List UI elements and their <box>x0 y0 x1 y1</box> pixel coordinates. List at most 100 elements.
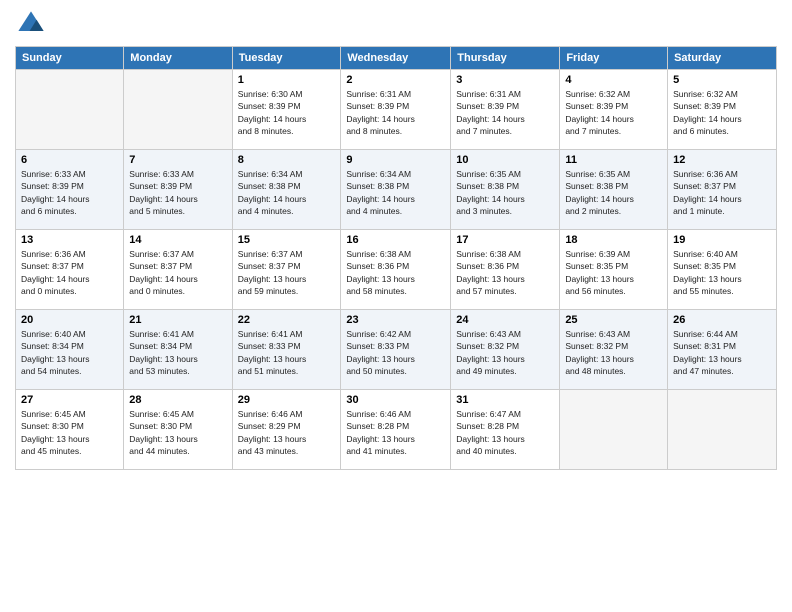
day-number: 6 <box>21 154 118 166</box>
day-number: 20 <box>21 314 118 326</box>
day-number: 19 <box>673 234 771 246</box>
day-info: Sunrise: 6:32 AM Sunset: 8:39 PM Dayligh… <box>565 88 662 137</box>
day-info: Sunrise: 6:39 AM Sunset: 8:35 PM Dayligh… <box>565 248 662 297</box>
col-header-friday: Friday <box>560 47 668 70</box>
day-number: 27 <box>21 394 118 406</box>
day-info: Sunrise: 6:45 AM Sunset: 8:30 PM Dayligh… <box>21 408 118 457</box>
day-number: 8 <box>238 154 336 166</box>
day-cell: 7Sunrise: 6:33 AM Sunset: 8:39 PM Daylig… <box>124 150 232 230</box>
week-row-3: 13 Sunrise: 6:36 AM Sunset: 8:37 PM Dayli… <box>16 230 777 310</box>
day-number: 18 <box>565 234 662 246</box>
day-number: 2 <box>346 74 445 86</box>
day-info: Sunrise: 6:40 AM Sunset: 8:34 PM Dayligh… <box>21 328 118 377</box>
week-row-2: 6 Sunrise: 6:33 AM Sunset: 8:39 PM Daylig… <box>16 150 777 230</box>
day-cell: 13 Sunrise: 6:36 AM Sunset: 8:37 PM Dayli… <box>16 230 124 310</box>
day-info: Sunrise: 6:32 AM Sunset: 8:39 PM Dayligh… <box>673 88 771 137</box>
day-cell: 16 Sunrise: 6:38 AM Sunset: 8:36 PM Dayli… <box>341 230 451 310</box>
day-cell: 15 Sunrise: 6:37 AM Sunset: 8:37 PM Dayli… <box>232 230 341 310</box>
day-info: Sunrise: 6:42 AM Sunset: 8:33 PM Dayligh… <box>346 328 445 377</box>
day-info: Sunrise: 6:36 AM Sunset: 8:37 PM Dayligh… <box>21 248 118 297</box>
day-cell: 18 Sunrise: 6:39 AM Sunset: 8:35 PM Dayli… <box>560 230 668 310</box>
day-number: 23 <box>346 314 445 326</box>
day-number: 28 <box>129 394 226 406</box>
col-header-monday: Monday <box>124 47 232 70</box>
day-cell: 27 Sunrise: 6:45 AM Sunset: 8:30 PM Dayli… <box>16 390 124 470</box>
day-cell: 17 Sunrise: 6:38 AM Sunset: 8:36 PM Dayli… <box>451 230 560 310</box>
page: SundayMondayTuesdayWednesdayThursdayFrid… <box>0 0 792 612</box>
day-number: 7 <box>129 154 226 166</box>
day-info: Sunrise: 6:34 AM Sunset: 8:38 PM Dayligh… <box>238 168 336 217</box>
day-cell: 19 Sunrise: 6:40 AM Sunset: 8:35 PM Dayli… <box>668 230 777 310</box>
day-cell <box>668 390 777 470</box>
week-row-5: 27 Sunrise: 6:45 AM Sunset: 8:30 PM Dayli… <box>16 390 777 470</box>
day-info: Sunrise: 6:41 AM Sunset: 8:33 PM Dayligh… <box>238 328 336 377</box>
day-number: 12 <box>673 154 771 166</box>
day-info: Sunrise: 6:43 AM Sunset: 8:32 PM Dayligh… <box>565 328 662 377</box>
day-cell: 4 Sunrise: 6:32 AM Sunset: 8:39 PM Daylig… <box>560 70 668 150</box>
col-header-thursday: Thursday <box>451 47 560 70</box>
day-info: Sunrise: 6:34 AM Sunset: 8:38 PM Dayligh… <box>346 168 445 217</box>
header <box>15 10 777 38</box>
day-number: 21 <box>129 314 226 326</box>
logo-icon <box>17 10 45 38</box>
week-row-4: 20 Sunrise: 6:40 AM Sunset: 8:34 PM Dayli… <box>16 310 777 390</box>
day-info: Sunrise: 6:37 AM Sunset: 8:37 PM Dayligh… <box>129 248 226 297</box>
day-number: 13 <box>21 234 118 246</box>
day-cell: 10 Sunrise: 6:35 AM Sunset: 8:38 PM Dayli… <box>451 150 560 230</box>
day-number: 4 <box>565 74 662 86</box>
calendar: SundayMondayTuesdayWednesdayThursdayFrid… <box>15 46 777 470</box>
day-cell: 29Sunrise: 6:46 AM Sunset: 8:29 PM Dayli… <box>232 390 341 470</box>
day-info: Sunrise: 6:31 AM Sunset: 8:39 PM Dayligh… <box>346 88 445 137</box>
day-number: 24 <box>456 314 554 326</box>
logo <box>15 10 45 38</box>
day-info: Sunrise: 6:31 AM Sunset: 8:39 PM Dayligh… <box>456 88 554 137</box>
col-header-wednesday: Wednesday <box>341 47 451 70</box>
day-cell: 31Sunrise: 6:47 AM Sunset: 8:28 PM Dayli… <box>451 390 560 470</box>
day-cell <box>124 70 232 150</box>
day-info: Sunrise: 6:45 AM Sunset: 8:30 PM Dayligh… <box>129 408 226 457</box>
day-number: 16 <box>346 234 445 246</box>
day-cell: 30Sunrise: 6:46 AM Sunset: 8:28 PM Dayli… <box>341 390 451 470</box>
day-cell: 24 Sunrise: 6:43 AM Sunset: 8:32 PM Dayli… <box>451 310 560 390</box>
day-cell: 3Sunrise: 6:31 AM Sunset: 8:39 PM Daylig… <box>451 70 560 150</box>
day-number: 17 <box>456 234 554 246</box>
day-info: Sunrise: 6:40 AM Sunset: 8:35 PM Dayligh… <box>673 248 771 297</box>
day-cell: 2 Sunrise: 6:31 AM Sunset: 8:39 PM Daylig… <box>341 70 451 150</box>
day-info: Sunrise: 6:46 AM Sunset: 8:29 PM Dayligh… <box>238 408 336 457</box>
day-info: Sunrise: 6:46 AM Sunset: 8:28 PM Dayligh… <box>346 408 445 457</box>
day-cell: 1 Sunrise: 6:30 AM Sunset: 8:39 PM Daylig… <box>232 70 341 150</box>
day-cell: 23 Sunrise: 6:42 AM Sunset: 8:33 PM Dayli… <box>341 310 451 390</box>
day-cell: 8 Sunrise: 6:34 AM Sunset: 8:38 PM Daylig… <box>232 150 341 230</box>
day-cell: 20 Sunrise: 6:40 AM Sunset: 8:34 PM Dayli… <box>16 310 124 390</box>
day-info: Sunrise: 6:38 AM Sunset: 8:36 PM Dayligh… <box>346 248 445 297</box>
day-number: 9 <box>346 154 445 166</box>
day-cell: 21 Sunrise: 6:41 AM Sunset: 8:34 PM Dayli… <box>124 310 232 390</box>
day-cell: 9 Sunrise: 6:34 AM Sunset: 8:38 PM Daylig… <box>341 150 451 230</box>
day-cell: 5Sunrise: 6:32 AM Sunset: 8:39 PM Daylig… <box>668 70 777 150</box>
day-number: 31 <box>456 394 554 406</box>
day-number: 10 <box>456 154 554 166</box>
day-info: Sunrise: 6:36 AM Sunset: 8:37 PM Dayligh… <box>673 168 771 217</box>
day-info: Sunrise: 6:41 AM Sunset: 8:34 PM Dayligh… <box>129 328 226 377</box>
day-number: 11 <box>565 154 662 166</box>
day-cell: 6 Sunrise: 6:33 AM Sunset: 8:39 PM Daylig… <box>16 150 124 230</box>
day-info: Sunrise: 6:37 AM Sunset: 8:37 PM Dayligh… <box>238 248 336 297</box>
day-number: 1 <box>238 74 336 86</box>
day-cell: 25Sunrise: 6:43 AM Sunset: 8:32 PM Dayli… <box>560 310 668 390</box>
col-header-saturday: Saturday <box>668 47 777 70</box>
col-header-sunday: Sunday <box>16 47 124 70</box>
day-info: Sunrise: 6:30 AM Sunset: 8:39 PM Dayligh… <box>238 88 336 137</box>
day-cell <box>16 70 124 150</box>
day-info: Sunrise: 6:33 AM Sunset: 8:39 PM Dayligh… <box>21 168 118 217</box>
calendar-header-row: SundayMondayTuesdayWednesdayThursdayFrid… <box>16 47 777 70</box>
day-cell: 22 Sunrise: 6:41 AM Sunset: 8:33 PM Dayli… <box>232 310 341 390</box>
day-info: Sunrise: 6:35 AM Sunset: 8:38 PM Dayligh… <box>456 168 554 217</box>
day-info: Sunrise: 6:44 AM Sunset: 8:31 PM Dayligh… <box>673 328 771 377</box>
day-cell: 12 Sunrise: 6:36 AM Sunset: 8:37 PM Dayli… <box>668 150 777 230</box>
day-cell: 26 Sunrise: 6:44 AM Sunset: 8:31 PM Dayli… <box>668 310 777 390</box>
day-info: Sunrise: 6:38 AM Sunset: 8:36 PM Dayligh… <box>456 248 554 297</box>
day-number: 15 <box>238 234 336 246</box>
day-number: 22 <box>238 314 336 326</box>
day-info: Sunrise: 6:43 AM Sunset: 8:32 PM Dayligh… <box>456 328 554 377</box>
day-number: 26 <box>673 314 771 326</box>
